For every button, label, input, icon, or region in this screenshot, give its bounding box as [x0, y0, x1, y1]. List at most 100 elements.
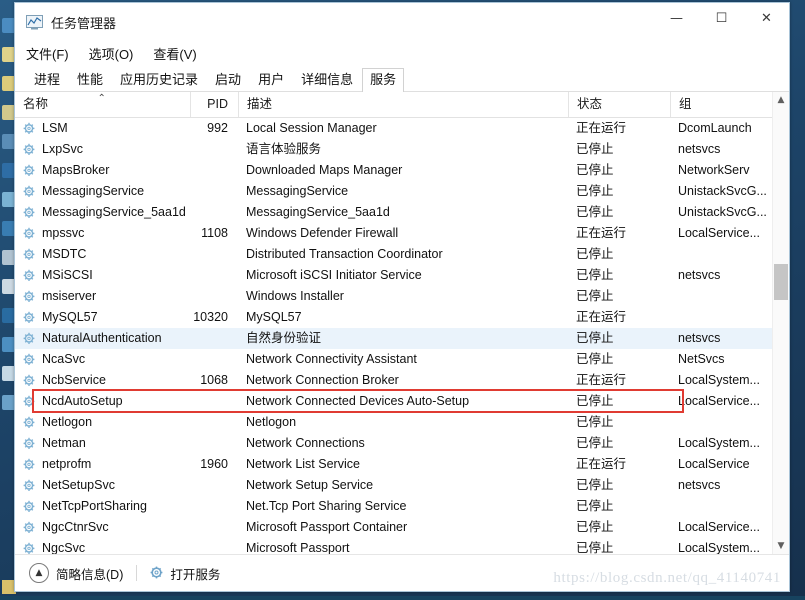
table-row[interactable]: netprofm 1960 Network List Service 正在运行 Loca… — [15, 454, 773, 475]
table-row[interactable]: Netman Network Connections 已停止 LocalSystem.… — [15, 433, 773, 454]
table-row[interactable]: NaturalAuthentication 自然身份验证 已停止 netsvcs — [15, 328, 773, 349]
column-header-group[interactable]: 组 — [670, 92, 773, 117]
service-gear-icon — [23, 164, 36, 177]
cell-name: netprofm — [15, 454, 190, 475]
table-row[interactable]: NetSetupSvc Network Setup Service 已停止 netsv… — [15, 475, 773, 496]
cell-name: NcdAutoSetup — [15, 391, 190, 412]
cell-status: 已停止 — [576, 499, 614, 513]
table-row[interactable]: MSDTC Distributed Transaction Coordinator… — [15, 244, 773, 265]
tab-5[interactable]: 详细信息 — [293, 68, 361, 92]
service-gear-icon — [23, 479, 36, 492]
table-row[interactable]: NetTcpPortSharing Net.Tcp Port Sharing Se… — [15, 496, 773, 517]
scrollbar-thumb[interactable] — [774, 264, 788, 300]
service-gear-icon — [23, 185, 36, 198]
service-name-label: LxpSvc — [42, 142, 83, 156]
service-name-label: MessagingService — [42, 184, 145, 198]
service-name-label: MSiSCSI — [42, 268, 93, 282]
cell-name: NaturalAuthentication — [15, 328, 190, 349]
tab-1[interactable]: 性能 — [69, 68, 111, 92]
column-header-label: 状态 — [577, 97, 603, 111]
cell-name: LxpSvc — [15, 139, 190, 160]
cell-status: 已停止 — [576, 436, 614, 450]
cell-name: MessagingService — [15, 181, 190, 202]
column-header-label: PID — [207, 97, 228, 111]
open-services-button[interactable]: 打开服务 — [150, 564, 220, 583]
title-bar: 任务管理器 — ☐ ✕ — [15, 3, 789, 41]
cell-status: 已停止 — [576, 247, 614, 261]
column-header-label: 名称 — [23, 97, 49, 111]
tab-0[interactable]: 进程 — [26, 68, 68, 92]
tab-6[interactable]: 服务 — [362, 68, 405, 93]
vertical-scrollbar[interactable]: ▲ ▼ — [772, 92, 789, 554]
cell-group — [670, 496, 773, 517]
cell-pid — [190, 496, 238, 517]
maximize-button[interactable]: ☐ — [699, 3, 744, 33]
table-row[interactable]: mpssvc 1108 Windows Defender Firewall 正在运行 L… — [15, 223, 773, 244]
table-row[interactable]: msiserver Windows Installer 已停止 — [15, 286, 773, 307]
scroll-up-button[interactable]: ▲ — [773, 92, 789, 108]
minimize-button[interactable]: — — [654, 3, 699, 33]
cell-desc: 自然身份验证 — [246, 331, 322, 345]
tab-2[interactable]: 应用历史记录 — [112, 68, 206, 92]
cell-group — [670, 307, 773, 328]
table-row[interactable]: MessagingService MessagingService 已停止 Unist… — [15, 181, 773, 202]
cell-pid — [190, 412, 238, 433]
cell-pid — [190, 433, 238, 454]
table-row[interactable]: MSiSCSI Microsoft iSCSI Initiator Service… — [15, 265, 773, 286]
cell-status: 已停止 — [576, 352, 614, 366]
chevron-up-icon: ▲ — [29, 563, 49, 583]
cell-name: NcbService — [15, 370, 190, 391]
cell-group: netsvcs — [678, 142, 721, 156]
close-button[interactable]: ✕ — [744, 3, 789, 33]
scroll-down-button[interactable]: ▼ — [773, 538, 789, 554]
service-name-label: MySQL57 — [42, 310, 98, 324]
table-row[interactable]: NgcSvc Microsoft Passport 已停止 LocalSystem..… — [15, 538, 773, 554]
cell-pid — [190, 475, 238, 496]
service-gear-icon — [23, 248, 36, 261]
cell-desc: MySQL57 — [246, 310, 302, 324]
service-name-label: NgcCtnrSvc — [42, 520, 109, 534]
menu-item-2[interactable]: 查看(V) — [153, 44, 196, 63]
cell-name: MessagingService_5aa1d — [15, 202, 190, 223]
cell-pid — [190, 181, 238, 202]
table-row[interactable]: MapsBroker Downloaded Maps Manager 已停止 Netw… — [15, 160, 773, 181]
cell-desc: Microsoft Passport — [246, 541, 350, 554]
cell-group: LocalService... — [678, 226, 760, 240]
table-row[interactable]: NcdAutoSetup Network Connected Devices Au… — [15, 391, 773, 412]
column-header-name[interactable]: 名称 ⌃ — [15, 92, 190, 117]
table-row[interactable]: NcaSvc Network Connectivity Assistant 已停止 N… — [15, 349, 773, 370]
fewer-details-button[interactable]: ▲ 简略信息(D) — [29, 563, 123, 583]
tab-3[interactable]: 启动 — [207, 68, 249, 92]
table-row[interactable]: LxpSvc 语言体验服务 已停止 netsvcs — [15, 139, 773, 160]
cell-desc: Distributed Transaction Coordinator — [246, 247, 443, 261]
table-row[interactable]: MySQL57 10320 MySQL57 正在运行 — [15, 307, 773, 328]
close-icon: ✕ — [761, 10, 772, 26]
table-row[interactable]: MessagingService_5aa1d MessagingService_5… — [15, 202, 773, 223]
column-header-pid[interactable]: PID — [190, 92, 238, 117]
minimize-icon: — — [670, 10, 683, 26]
table-body[interactable]: LSM 992 Local Session Manager 正在运行 DcomLaunc… — [15, 118, 789, 554]
cell-pid — [190, 517, 238, 538]
tab-4[interactable]: 用户 — [250, 68, 292, 92]
services-gear-icon — [150, 566, 164, 580]
cell-group: LocalSystem... — [678, 373, 760, 387]
service-gear-icon — [23, 290, 36, 303]
table-row[interactable]: NgcCtnrSvc Microsoft Passport Container 已停… — [15, 517, 773, 538]
cell-pid — [190, 265, 238, 286]
menu-item-0[interactable]: 文件(F) — [26, 44, 69, 63]
cell-desc: Network Connection Broker — [246, 373, 399, 387]
cell-group: LocalService... — [678, 520, 760, 534]
menu-item-1[interactable]: 选项(O) — [89, 44, 134, 63]
table-row[interactable]: Netlogon Netlogon 已停止 — [15, 412, 773, 433]
cell-status: 正在运行 — [576, 310, 627, 324]
service-gear-icon — [23, 206, 36, 219]
column-header-status[interactable]: 状态 — [568, 92, 670, 117]
table-row[interactable]: NcbService 1068 Network Connection Broker 正… — [15, 370, 773, 391]
cell-group: netsvcs — [678, 331, 721, 345]
cell-pid — [190, 244, 238, 265]
table-row[interactable]: LSM 992 Local Session Manager 正在运行 DcomLaunc… — [15, 118, 773, 139]
service-gear-icon — [23, 521, 36, 534]
service-name-label: Netman — [42, 436, 86, 450]
column-header-desc[interactable]: 描述 — [238, 92, 568, 117]
cell-status: 已停止 — [576, 205, 614, 219]
